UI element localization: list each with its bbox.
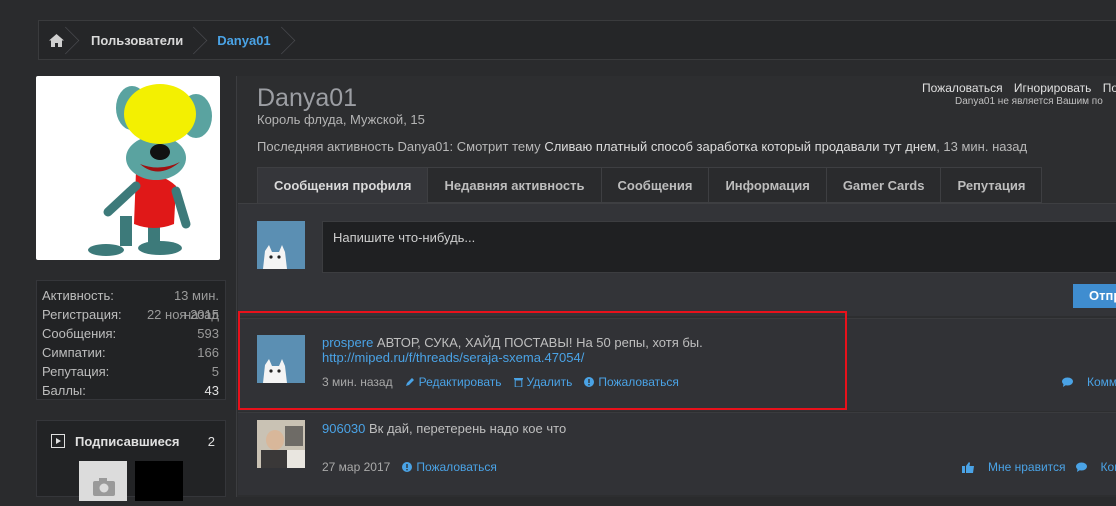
post-author-avatar[interactable] [257, 420, 305, 468]
subscribers-label: Подписавшиеся [75, 433, 180, 449]
subscribers-panel: Подписавшиеся 2 [36, 420, 226, 501]
more-user-link[interactable]: Под [1103, 81, 1116, 95]
tab-information[interactable]: Информация [709, 167, 827, 203]
subscriber-avatar[interactable] [79, 461, 127, 501]
camera-icon [93, 478, 115, 496]
last-activity: Последняя активность Danya01: Смотрит те… [257, 139, 1028, 154]
profile-tabs: Сообщения профиля Недавняя активность Со… [257, 167, 1043, 204]
profile-user-title: Король флуда, Мужской, 15 [257, 112, 425, 127]
subscribers-count: 2 [207, 433, 215, 449]
status-input[interactable]: Напишите что-нибудь... [322, 221, 1116, 273]
breadcrumb-current-user[interactable]: Danya01 [201, 21, 288, 59]
comment-icon [1075, 462, 1087, 472]
breadcrumb: Пользователи Danya01 [38, 20, 1116, 60]
highlight-annotation [238, 311, 847, 410]
last-activity-thread-link[interactable]: Сливаю платный способ заработка который … [544, 139, 936, 154]
profile-avatar [36, 76, 220, 260]
tab-recent-activity[interactable]: Недавняя активность [428, 167, 602, 203]
report-post-button[interactable]: Пожаловаться [402, 460, 497, 474]
own-avatar[interactable] [257, 221, 305, 269]
like-button[interactable]: Мне нравится [962, 460, 1066, 474]
home-icon [48, 33, 64, 47]
post-meta: 27 мар 2017 Пожаловаться [322, 460, 497, 474]
profile-username: Danya01 [257, 84, 358, 112]
ignore-user-link[interactable]: Игнорировать [1014, 81, 1091, 95]
stat-registration: Регистрация: 22 ноя 2015 [42, 307, 219, 322]
tab-gamer-cards[interactable]: Gamer Cards [826, 167, 942, 203]
post-right-actions: Мне нравится Комме [952, 460, 1116, 474]
stat-reputation: Репутация: 5 [42, 364, 219, 379]
breadcrumb-users[interactable]: Пользователи [73, 21, 201, 59]
subscriber-avatar[interactable] [135, 461, 183, 501]
post-button[interactable]: Отпр [1073, 284, 1116, 308]
tab-profile-posts[interactable]: Сообщения профиля [257, 167, 429, 204]
tab-postings[interactable]: Сообщения [601, 167, 710, 203]
tab-reputation[interactable]: Репутация [941, 167, 1043, 203]
post-time[interactable]: 27 мар 2017 [322, 460, 390, 474]
comment-button[interactable]: Комме [1075, 460, 1116, 474]
thumbs-up-icon [962, 461, 974, 473]
subscribers-header[interactable]: Подписавшиеся 2 [37, 421, 225, 461]
photo-avatar-image [257, 420, 305, 468]
stat-messages[interactable]: Сообщения: 593 [37, 324, 225, 343]
user-stats: Активность: 13 мин. назад Регистрация: 22 … [36, 280, 226, 400]
stat-activity: Активность: 13 мин. назад [42, 288, 219, 322]
comment-icon [1062, 377, 1073, 387]
post-right-actions: Комме [1052, 375, 1116, 389]
breadcrumb-home[interactable] [39, 21, 73, 59]
comment-button[interactable]: Комме [1062, 375, 1116, 389]
play-icon [51, 434, 65, 448]
profile-top-actions: Пожаловаться Игнорировать Под [922, 81, 1116, 95]
post-text: 906030 Вк дай, перетерень надо кое что [322, 421, 567, 436]
follow-status-note: Danya01 не является Вашим по [955, 96, 1103, 107]
stat-points[interactable]: Баллы: 43 [37, 381, 225, 400]
post-author-link[interactable]: 906030 [322, 421, 365, 436]
alert-icon [402, 462, 413, 472]
report-user-link[interactable]: Пожаловаться [922, 81, 1003, 95]
stat-likes: Симпатии: 166 [42, 345, 219, 360]
mouse-avatar-image [88, 84, 212, 256]
cat-avatar-image [263, 245, 287, 269]
